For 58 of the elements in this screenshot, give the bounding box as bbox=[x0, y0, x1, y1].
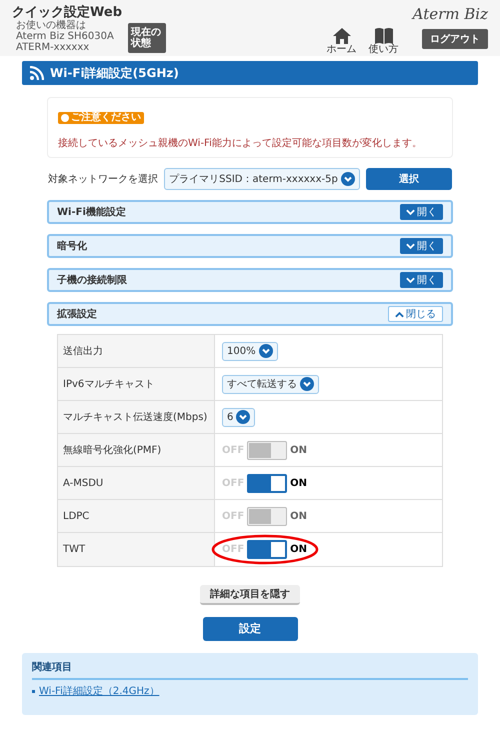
status-button[interactable]: 現在の状態 bbox=[128, 23, 166, 53]
chevron-down-icon bbox=[406, 242, 415, 250]
nav-link[interactable]: 使い方 bbox=[368, 27, 399, 55]
notice-text: 接続しているメッシュ親機のWi-Fi能力によって設定可能な項目数が変化します。 bbox=[58, 137, 423, 150]
on-label: ON bbox=[290, 510, 308, 524]
app-title: クイック設定Web bbox=[12, 5, 122, 20]
setting-select[interactable]: 6 bbox=[222, 408, 256, 426]
network-select[interactable]: プライマリSSID：aterm-xxxxxx-5p bbox=[164, 168, 360, 190]
dropdown-icon bbox=[300, 377, 314, 391]
setting-label: 無線暗号化強化(PMF) bbox=[58, 434, 215, 466]
on-label: ON bbox=[290, 444, 308, 458]
expand-button[interactable]: 開く bbox=[400, 204, 443, 220]
device-info: お使いの機器は bbox=[15, 20, 87, 31]
dropdown-icon bbox=[258, 344, 273, 358]
on-label: ON bbox=[290, 476, 308, 490]
related-link[interactable]: Wi-Fi詳細設定（2.4GHz） bbox=[39, 684, 160, 699]
toggle-switch[interactable] bbox=[247, 540, 288, 559]
chevron-down-icon bbox=[406, 208, 415, 216]
device-info: ATERM-xxxxxx bbox=[15, 42, 90, 53]
device-info: Aterm Biz SH6030A bbox=[15, 31, 115, 42]
setting-label: IPv6マルチキャスト bbox=[58, 368, 215, 400]
select-button[interactable]: 選択 bbox=[366, 168, 452, 190]
setting-select[interactable]: 100% bbox=[222, 342, 278, 360]
logout-button[interactable]: ログアウト bbox=[422, 29, 488, 49]
section-header: 暗号化 開く bbox=[47, 234, 453, 258]
bullet-icon bbox=[32, 690, 35, 693]
on-label: ON bbox=[290, 543, 308, 557]
hide-details-button[interactable]: 詳細な項目を隠す bbox=[200, 585, 300, 605]
chevron-up-icon bbox=[395, 310, 404, 318]
dropdown-icon bbox=[340, 172, 355, 186]
book-icon bbox=[374, 27, 394, 45]
setting-label: TWT bbox=[58, 533, 215, 566]
setting-label: LDPC bbox=[58, 500, 215, 532]
section-header: Wi-Fi機能設定 開く bbox=[47, 200, 453, 224]
wifi-icon bbox=[30, 66, 44, 80]
section-header: 拡張設定 閉じる bbox=[47, 302, 453, 326]
setting-label: 送信出力 bbox=[58, 335, 215, 367]
page-title: Wi-Fi詳細設定(5GHz) bbox=[50, 65, 179, 82]
warning-badge: ご注意ください bbox=[58, 112, 144, 124]
submit-button[interactable]: 設定 bbox=[202, 617, 298, 641]
setting-label: マルチキャスト伝送速度(Mbps) bbox=[58, 401, 215, 433]
collapse-button[interactable]: 閉じる bbox=[388, 306, 443, 322]
info-icon bbox=[61, 114, 69, 122]
toggle-switch[interactable] bbox=[247, 440, 288, 460]
setting-select[interactable]: すべて転送する bbox=[222, 374, 319, 394]
toggle-switch[interactable] bbox=[247, 474, 288, 492]
section-header: 子機の接続制限 開く bbox=[47, 268, 453, 292]
chevron-down-icon bbox=[406, 276, 415, 284]
brand-logo: Aterm Biz bbox=[412, 5, 488, 23]
toggle-switch[interactable] bbox=[247, 506, 288, 526]
network-label: 対象ネットワークを選択 bbox=[48, 172, 158, 186]
setting-label: A-MSDU bbox=[58, 467, 215, 499]
dropdown-icon bbox=[236, 410, 250, 424]
expand-button[interactable]: 開く bbox=[400, 238, 443, 254]
nav-link[interactable]: ホーム bbox=[326, 27, 357, 55]
expand-button[interactable]: 開く bbox=[400, 272, 443, 288]
related-title: 関連項目 bbox=[32, 660, 468, 680]
house-icon bbox=[332, 27, 352, 45]
